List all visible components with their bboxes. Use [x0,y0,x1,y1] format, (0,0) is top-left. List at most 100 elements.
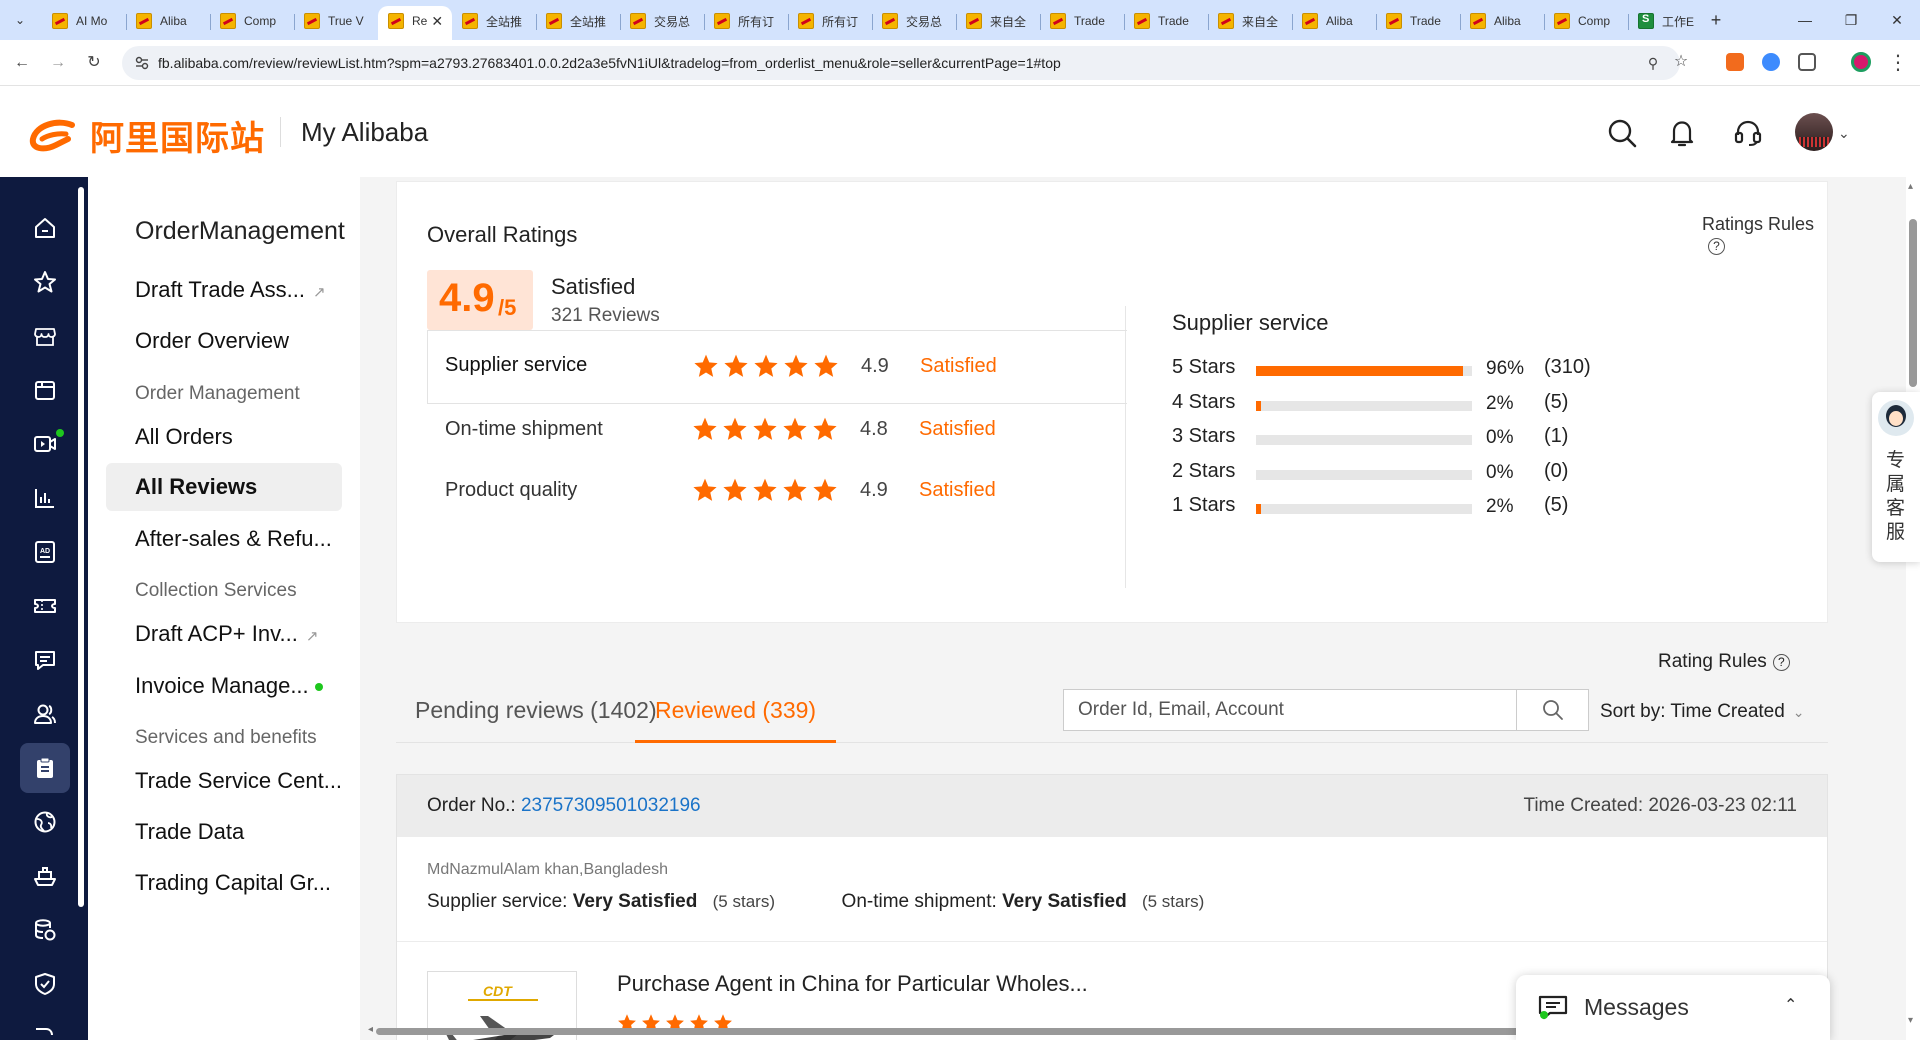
tab-pending-reviews[interactable]: Pending reviews (1402) [415,697,657,743]
ticket-icon[interactable] [28,589,62,623]
menu-item-all-orders[interactable]: All Orders [135,424,233,450]
more-tools-icon[interactable] [28,1017,62,1040]
menu-item-invoice-management[interactable]: Invoice Manage... [135,673,323,699]
shipping-icon[interactable] [28,859,62,893]
star-icon[interactable] [28,265,62,299]
minimize-button[interactable]: — [1790,8,1820,32]
customers-icon[interactable] [28,697,62,731]
vertical-scroll-thumb[interactable] [1909,219,1917,387]
headset-icon[interactable] [1732,117,1764,149]
finance-icon[interactable] [28,913,62,947]
browser-tab[interactable]: Comp [1544,6,1628,36]
products-icon[interactable] [28,373,62,407]
profile-icon[interactable] [1851,52,1871,72]
search-button[interactable] [1516,690,1588,730]
extension-blue-icon[interactable] [1762,53,1780,71]
menu-item-draft-acp[interactable]: Draft ACP+ Inv... ↗ [135,621,318,647]
bell-icon[interactable] [1666,117,1698,149]
browser-tab[interactable]: Re ✕ [378,6,452,40]
menu-item-trading-capital[interactable]: Trading Capital Gr... [135,870,331,896]
store-icon[interactable] [28,319,62,353]
browser-tab[interactable]: Comp [210,6,294,36]
back-arrow-icon[interactable]: ← [10,51,34,75]
vertical-scrollbar[interactable]: ▴ ▾ [1906,177,1920,1040]
menu-item-trade-service-center[interactable]: Trade Service Cent... [135,768,342,794]
product-title[interactable]: Purchase Agent in China for Particular W… [617,971,1088,997]
rating-rules-link[interactable]: Rating Rules? [1658,651,1790,673]
chevron-up-icon[interactable]: ⌃ [1784,995,1797,1015]
horizontal-scroll-thumb[interactable] [376,1028,1616,1035]
ratings-rules-link[interactable]: Ratings Rules? [1702,214,1827,256]
tab-reviewed[interactable]: Reviewed (339) [635,697,837,743]
browser-tab[interactable]: 来自全 [956,6,1040,36]
zoom-icon[interactable]: ⚲ [1644,54,1662,72]
menu-item-trade-data[interactable]: Trade Data [135,819,244,845]
rating-metric-row[interactable]: Supplier service 4.9 Satisfied [427,330,1127,404]
sort-dropdown[interactable]: Sort by: Time Created ⌄ [1600,701,1805,723]
messages-widget[interactable]: Messages ⌃ [1516,975,1830,1040]
scroll-left-arrow-icon[interactable]: ◂ [368,1024,373,1035]
rating-metric-row[interactable]: Product quality 4.9 Satisfied [427,455,1127,529]
svg-text:AD: AD [40,548,50,555]
review-search [1063,689,1589,731]
browser-tab[interactable]: True V [294,6,378,36]
browser-tab[interactable]: 工作E [1628,6,1712,36]
browser-tab[interactable]: 交易总 [872,6,956,36]
close-window-button[interactable]: ✕ [1882,8,1912,32]
distribution-percent: 0% [1486,427,1514,448]
extension-orange-icon[interactable] [1726,53,1744,71]
browser-tab[interactable]: Aliba [1460,6,1544,36]
menu-item-order-overview[interactable]: Order Overview [135,328,289,354]
help-icon[interactable]: ? [1772,654,1790,671]
browser-tab[interactable]: Trade [1376,6,1460,36]
rail-scrollbar[interactable] [78,187,84,907]
restore-button[interactable]: ❐ [1836,8,1866,32]
browser-tab[interactable]: Trade [1124,6,1208,36]
browser-tab[interactable]: 全站推 [536,6,620,36]
new-tab-button[interactable]: + [1704,8,1728,32]
browser-menu-icon[interactable]: ⋮ [1886,51,1910,75]
browser-tab[interactable]: 所有订 [704,6,788,36]
address-bar[interactable]: fb.alibaba.com/review/reviewList.htm?spm… [122,46,1688,80]
menu-item-draft-trade-assurance[interactable]: Draft Trade Ass... ↗ [135,277,326,303]
browser-tab[interactable]: Aliba [126,6,210,36]
ads-icon[interactable]: AD [28,535,62,569]
chat-icon[interactable] [28,643,62,677]
extensions-puzzle-icon[interactable] [1798,53,1816,71]
star-distribution-row: 4 Stars 2% (5) [1172,389,1632,419]
url-text[interactable]: fb.alibaba.com/review/reviewList.htm?spm… [158,55,1061,71]
forward-arrow-icon[interactable]: → [46,51,70,75]
search-icon[interactable] [1606,117,1638,149]
customer-service-widget[interactable]: 专属客服 [1872,392,1920,562]
reload-icon[interactable]: ↻ [82,51,106,75]
globe-icon[interactable] [28,805,62,839]
home-icon[interactable] [28,211,62,245]
site-info-icon[interactable] [134,55,150,71]
browser-tab[interactable]: 来自全 [1208,6,1292,36]
browser-tab[interactable]: AI Mo [42,6,126,36]
order-number-link[interactable]: 23757309501032196 [521,795,701,816]
browser-tab[interactable]: Trade [1040,6,1124,36]
search-input[interactable] [1064,690,1516,730]
scroll-down-arrow-icon[interactable]: ▾ [1908,1015,1913,1026]
analytics-icon[interactable] [28,481,62,515]
chevron-down-icon[interactable]: ⌄ [1838,125,1850,142]
page-title[interactable]: My Alibaba [301,117,428,148]
bookmark-star-icon[interactable]: ☆ [1672,53,1690,71]
browser-tab[interactable]: Aliba [1292,6,1376,36]
help-icon[interactable]: ? [1708,238,1725,255]
browser-tab[interactable]: 交易总 [620,6,704,36]
orders-clipboard-icon[interactable] [20,743,70,793]
alibaba-logo[interactable]: 阿里国际站 [28,111,265,160]
browser-tab[interactable]: 全站推 [452,6,536,36]
scroll-up-arrow-icon[interactable]: ▴ [1908,181,1913,192]
avatar[interactable] [1795,113,1833,151]
menu-item-after-sales[interactable]: After-sales & Refu... [135,526,332,552]
tab-search-chevron-icon[interactable]: ⌄ [10,10,30,30]
browser-tab-title: Aliba [1326,14,1353,28]
shield-check-icon[interactable] [28,967,62,1001]
browser-tab-title: 来自全 [990,14,1027,29]
close-tab-icon[interactable]: ✕ [431,13,443,30]
menu-item-all-reviews[interactable]: All Reviews [106,463,342,511]
browser-tab[interactable]: 所有订 [788,6,872,36]
